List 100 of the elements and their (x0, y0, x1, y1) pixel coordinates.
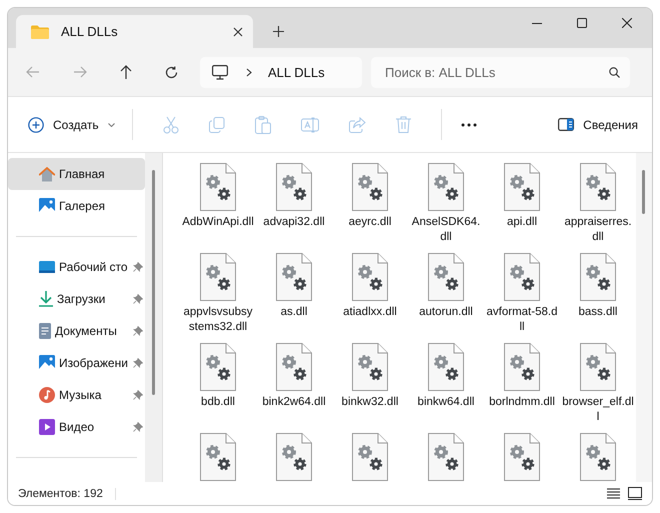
sidebar-item[interactable]: Загрузки (8, 283, 145, 315)
file-item[interactable]: AnselSDK64.dll (408, 163, 484, 247)
settings-file-icon (580, 253, 616, 301)
sidebar-label: Документы (55, 324, 117, 338)
file-item[interactable]: appraiserres.dll (560, 163, 636, 247)
sidebar-label: Главная (59, 167, 105, 181)
file-name: binkw32.dll (340, 395, 400, 410)
file-item[interactable]: aeyrc.dll (332, 163, 408, 247)
address-bar[interactable]: ALL DLLs (200, 56, 362, 88)
file-name: api.dll (506, 215, 538, 230)
file-name: bass.dll (578, 305, 618, 320)
forward-arrow-icon[interactable] (73, 66, 87, 78)
file-item[interactable]: atiadlxx.dll (332, 253, 408, 337)
file-item[interactable]: bass.dll (560, 253, 636, 337)
file-name: bink2w64.dll (261, 395, 327, 410)
file-name: appvlsvsubsystems32.dll (182, 305, 254, 335)
file-name: borlndmm.dll (488, 395, 556, 410)
settings-file-icon (276, 343, 312, 391)
folder-tab[interactable]: ALL DLLs (16, 15, 253, 48)
back-arrow-icon[interactable] (26, 66, 40, 78)
sidebar-item[interactable]: Галерея (8, 190, 145, 222)
details-pane-icon (558, 118, 574, 131)
sidebar-label: Изображени (59, 356, 128, 370)
chevron-icon (246, 68, 252, 76)
sidebar-label: Видео (59, 420, 94, 434)
file-item[interactable]: borlndmm.dll (484, 343, 560, 427)
new-tab-icon[interactable] (273, 26, 284, 37)
maximize-icon[interactable] (577, 18, 587, 28)
settings-file-icon (428, 253, 464, 301)
file-item[interactable]: binkw64.dll (408, 343, 484, 427)
file-name: AdbWinApi.dll (182, 215, 254, 230)
close-icon[interactable] (622, 18, 632, 28)
settings-file-icon (352, 253, 388, 301)
file-item[interactable]: binkw32.dll (332, 343, 408, 427)
pin-icon[interactable] (133, 294, 143, 304)
file-item[interactable]: browser_elf.dll (560, 343, 636, 427)
search-icon (609, 66, 620, 78)
file-item[interactable]: advapi32.dll (256, 163, 332, 247)
video-icon (39, 419, 55, 435)
file-name: autorun.dll (418, 305, 474, 320)
refresh-icon[interactable] (165, 66, 178, 78)
pin-icon[interactable] (133, 422, 143, 432)
close-tab-icon[interactable] (233, 26, 243, 36)
picture-icon (39, 198, 55, 214)
sidebar-item[interactable]: Документы (8, 315, 145, 347)
file-name: bdb.dll (200, 395, 236, 410)
pin-icon[interactable] (133, 390, 143, 400)
file-name: AnselSDK64.dll (410, 215, 482, 245)
more-options-icon[interactable] (460, 122, 477, 126)
home-icon (39, 166, 55, 182)
file-item[interactable]: avformat-58.dll (484, 253, 560, 337)
sidebar-item[interactable]: Главная (8, 158, 145, 190)
settings-file-icon (504, 343, 540, 391)
file-item[interactable]: AdbWinApi.dll (180, 163, 256, 247)
file-name: appraiserres.dll (563, 215, 633, 245)
pin-icon[interactable] (133, 326, 143, 336)
search-field[interactable]: Поиск в: ALL DLLs (371, 56, 630, 88)
settings-file-icon (504, 163, 540, 211)
sidebar-item[interactable]: Рабочий сто (8, 251, 145, 283)
tab-title: ALL DLLs (61, 24, 119, 39)
file-name: binkw64.dll (416, 395, 476, 410)
file-item[interactable]: bink2w64.dll (256, 343, 332, 427)
file-item[interactable]: appvlsvsubsystems32.dll (180, 253, 256, 337)
create-button[interactable]: Создать (26, 112, 117, 136)
plus-circle-icon (28, 116, 44, 132)
settings-file-icon (428, 343, 464, 391)
download-icon (39, 291, 53, 307)
sidebar-label: Рабочий сто (59, 260, 128, 274)
sidebar-item[interactable]: Видео (8, 411, 145, 443)
details-button[interactable]: Сведения (556, 114, 640, 136)
path-segment[interactable]: ALL DLLs (268, 64, 325, 80)
sidebar-label: Музыка (59, 388, 102, 402)
sidebar-label: Галерея (59, 199, 106, 213)
folder-icon (31, 24, 49, 38)
pin-icon[interactable] (133, 262, 143, 272)
settings-file-icon (504, 253, 540, 301)
file-name: avformat-58.dll (486, 305, 558, 335)
sidebar-label: Загрузки (57, 292, 106, 306)
pin-icon[interactable] (133, 358, 143, 368)
file-item[interactable]: autorun.dll (408, 253, 484, 337)
item-count: Элементов: 192 (18, 488, 103, 500)
sidebar-item[interactable]: Музыка (8, 379, 145, 411)
file-item[interactable]: api.dll (484, 163, 560, 247)
music-note-icon (39, 387, 55, 403)
tiles-view-icon[interactable] (628, 487, 642, 500)
settings-file-icon (580, 343, 616, 391)
desktop-icon (39, 261, 55, 273)
sidebar-item[interactable]: Изображени (8, 347, 145, 379)
file-name: atiadlxx.dll (342, 305, 398, 320)
scrollbar-thumb[interactable] (152, 170, 155, 395)
file-item[interactable]: bdb.dll (180, 343, 256, 427)
settings-file-icon (352, 343, 388, 391)
computer-icon (212, 64, 228, 80)
settings-file-icon (580, 163, 616, 211)
settings-file-icon (200, 253, 236, 301)
up-arrow-icon[interactable] (120, 65, 132, 79)
list-view-icon[interactable] (607, 488, 620, 500)
scrollbar-thumb[interactable] (642, 170, 645, 214)
file-item[interactable]: as.dll (256, 253, 332, 337)
settings-file-icon (428, 163, 464, 211)
